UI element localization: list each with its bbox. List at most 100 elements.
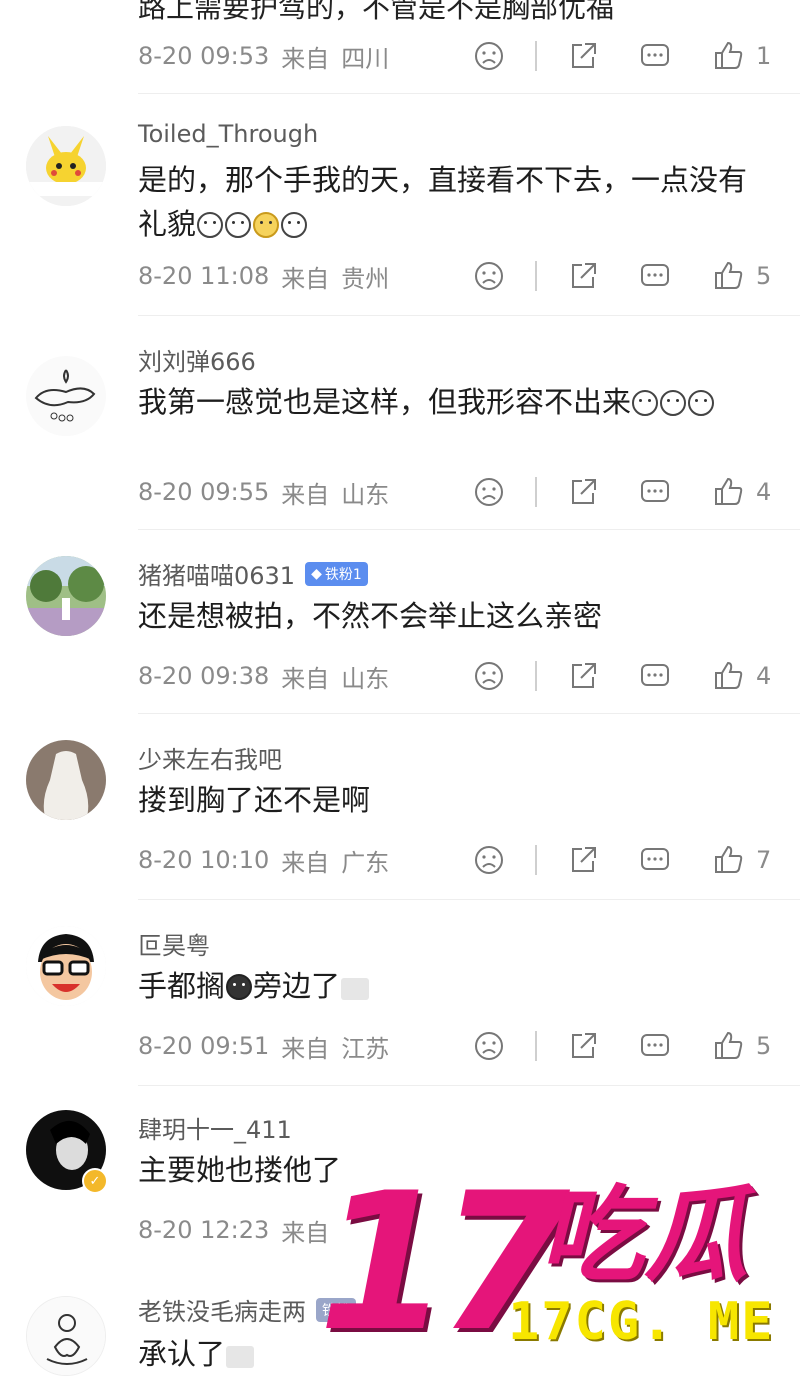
pikachu-avatar-image bbox=[26, 126, 106, 206]
dislike-button[interactable] bbox=[472, 840, 506, 880]
comment-text: 搂到胸了还不是啊 bbox=[138, 783, 371, 817]
like-count: 7 bbox=[756, 846, 772, 874]
like-count: 5 bbox=[756, 1032, 772, 1060]
smile-emoji-icon bbox=[225, 212, 252, 238]
like-button[interactable]: 4 bbox=[712, 656, 771, 696]
comment-time: 8-20 11:08 bbox=[138, 262, 270, 290]
comment-text-after: 旁边了 bbox=[253, 969, 341, 1003]
action-divider bbox=[535, 661, 537, 691]
comment-time: 8-20 09:55 bbox=[138, 478, 270, 506]
comment-time: 8-20 12:23 bbox=[138, 1216, 270, 1244]
comment-text-before: 手都搁 bbox=[138, 969, 226, 1003]
comment-body: 手都搁 旁边了 bbox=[138, 964, 768, 1008]
cat-sticker-icon bbox=[341, 978, 370, 1000]
frown-face-icon bbox=[475, 42, 503, 70]
sketch-figure-avatar-image bbox=[27, 1297, 105, 1375]
comment-actions: 4 bbox=[472, 472, 782, 512]
share-arrow-icon bbox=[572, 479, 596, 504]
comment-body: 是的，那个手我的天，直接看不下去，一点没有礼貌 bbox=[138, 158, 768, 246]
comment-item: 叵昊粤 手都搁 旁边了 8-20 09:51 来自 江苏 5 bbox=[0, 900, 800, 1086]
share-button[interactable] bbox=[566, 472, 600, 512]
avatar[interactable] bbox=[26, 1296, 106, 1376]
emoji-icon bbox=[660, 390, 687, 416]
comment-from: 来自 bbox=[281, 664, 330, 693]
share-arrow-icon bbox=[572, 663, 596, 688]
comment-location: 四川 bbox=[341, 44, 390, 73]
smile-emoji-icon bbox=[197, 212, 224, 238]
comment-time: 8-20 10:10 bbox=[138, 846, 270, 874]
comment-location: 江苏 bbox=[341, 1034, 390, 1063]
comment-from: 来自 bbox=[281, 848, 330, 877]
like-button[interactable]: 7 bbox=[712, 840, 771, 880]
comment-time: 8-20 09:53 bbox=[138, 42, 270, 70]
username-text: 老铁没毛病走两 bbox=[138, 1298, 306, 1326]
smile-emoji-icon bbox=[253, 212, 280, 238]
share-button[interactable] bbox=[566, 656, 600, 696]
comment-location: 山东 bbox=[341, 664, 390, 693]
comment-from: 来自 bbox=[281, 264, 330, 293]
share-button[interactable] bbox=[566, 840, 600, 880]
avatar[interactable] bbox=[26, 356, 106, 436]
username-text: 猪猪喵喵0631 bbox=[138, 562, 296, 590]
like-button[interactable]: 4 bbox=[712, 472, 771, 512]
share-button[interactable] bbox=[566, 256, 600, 296]
frown-face-icon bbox=[475, 478, 503, 506]
username[interactable]: 叵昊粤 bbox=[138, 926, 210, 961]
comment-location: 山东 bbox=[341, 480, 390, 509]
comment-actions: 4 bbox=[472, 656, 782, 696]
comment-time: 8-20 09:38 bbox=[138, 662, 270, 690]
comment-actions: 5 bbox=[472, 1026, 782, 1066]
comment-meta: 8-20 10:10 来自 广东 bbox=[138, 840, 389, 880]
thumbs-up-icon bbox=[715, 477, 743, 505]
avatar[interactable] bbox=[26, 926, 106, 1006]
frown-face-icon bbox=[475, 846, 503, 874]
thumbs-up-icon bbox=[715, 845, 743, 873]
username[interactable]: Toiled_Through bbox=[138, 120, 318, 148]
diamond-icon: ◆ bbox=[311, 565, 322, 582]
share-button[interactable] bbox=[566, 1026, 600, 1066]
avatar[interactable] bbox=[26, 740, 106, 820]
dislike-button[interactable] bbox=[472, 1026, 506, 1066]
like-button[interactable]: 5 bbox=[712, 1026, 771, 1066]
comment-bubble-icon bbox=[641, 664, 669, 686]
frown-face-icon bbox=[475, 262, 503, 290]
comment-from: 来自 bbox=[281, 480, 330, 509]
username[interactable]: 肆玥十一_411 bbox=[138, 1110, 292, 1145]
comment-text: 路上需要护驾的，不管是不是胸部优福 bbox=[138, 0, 615, 24]
avatar[interactable] bbox=[26, 126, 106, 206]
verified-badge-icon: ✓ bbox=[82, 1168, 108, 1194]
like-button[interactable]: 5 bbox=[712, 256, 771, 296]
share-arrow-icon bbox=[572, 43, 596, 68]
comment-from: 来自 bbox=[281, 44, 330, 73]
dislike-button[interactable] bbox=[472, 472, 506, 512]
username[interactable]: 刘刘弹666 bbox=[138, 342, 256, 377]
share-button[interactable] bbox=[566, 36, 600, 76]
username[interactable]: 少来左右我吧 bbox=[138, 740, 282, 775]
comment-bubble-icon bbox=[641, 480, 669, 502]
like-count: 4 bbox=[756, 662, 772, 690]
action-divider bbox=[535, 41, 537, 71]
dislike-button[interactable] bbox=[472, 36, 506, 76]
action-divider bbox=[535, 1031, 537, 1061]
thumbs-up-icon bbox=[715, 661, 743, 689]
comment-bubble-icon bbox=[641, 44, 669, 66]
frown-face-icon bbox=[475, 1032, 503, 1060]
comment-time: 8-20 09:51 bbox=[138, 1032, 270, 1060]
smile-emoji-icon bbox=[281, 212, 308, 238]
comment-meta: 8-20 09:51 来自 江苏 bbox=[138, 1026, 389, 1066]
comment-item: Toiled_Through 是的，那个手我的天，直接看不下去，一点没有礼貌 8… bbox=[0, 94, 800, 316]
outdoor-photo-avatar-image bbox=[26, 556, 106, 636]
thumbs-up-icon bbox=[715, 261, 743, 289]
share-arrow-icon bbox=[572, 263, 596, 288]
frown-face-icon bbox=[475, 662, 503, 690]
comment-meta: 8-20 09:53 来自 四川 bbox=[138, 36, 389, 76]
avatar[interactable] bbox=[26, 556, 106, 636]
comment-location: 贵州 bbox=[341, 264, 390, 293]
comment-text: 主要她也搂他了 bbox=[138, 1153, 342, 1187]
dislike-button[interactable] bbox=[472, 256, 506, 296]
dislike-button[interactable] bbox=[472, 656, 506, 696]
like-button[interactable]: 1 bbox=[712, 36, 771, 76]
username[interactable]: 猪猪喵喵0631 ◆ 铁粉1 bbox=[138, 556, 368, 591]
share-arrow-icon bbox=[572, 1033, 596, 1058]
comment-body: 还是想被拍，不然不会举止这么亲密 bbox=[138, 594, 768, 638]
